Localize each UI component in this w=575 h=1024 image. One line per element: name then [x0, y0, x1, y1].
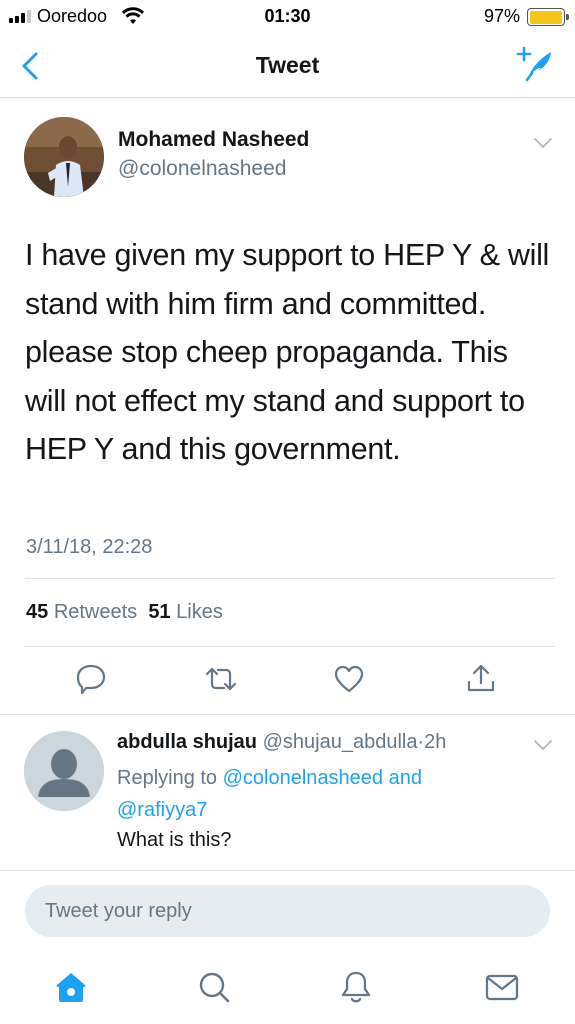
- author-avatar[interactable]: [24, 117, 104, 197]
- reply-input[interactable]: Tweet your reply: [25, 885, 550, 937]
- like-icon[interactable]: [332, 662, 366, 696]
- author-name[interactable]: Mohamed Nasheed: [118, 128, 309, 152]
- mention-link[interactable]: @colonelnasheed: [223, 767, 383, 789]
- retweet-icon[interactable]: [204, 662, 238, 696]
- default-avatar-icon: [24, 731, 104, 811]
- mention-and: and: [388, 767, 422, 789]
- replying-prefix: Replying to: [117, 767, 218, 789]
- retweets-count[interactable]: 45: [26, 601, 48, 623]
- status-bar: Ooredoo 01:30 97%: [0, 0, 575, 34]
- likes-count[interactable]: 51: [148, 601, 170, 623]
- divider: [25, 646, 555, 647]
- messages-icon[interactable]: [482, 967, 522, 1007]
- battery-percent: 97%: [483, 6, 520, 26]
- chevron-down-icon[interactable]: [533, 136, 553, 150]
- home-icon[interactable]: [51, 967, 91, 1007]
- reply-age: 2h: [424, 731, 447, 753]
- divider: [0, 870, 575, 871]
- reply-author-avatar[interactable]: [24, 731, 104, 811]
- page-title: Tweet: [255, 52, 320, 78]
- reply-text: What is this?: [117, 829, 232, 851]
- likes-label[interactable]: Likes: [176, 601, 223, 623]
- mention-link[interactable]: @rafiyya7: [117, 799, 207, 821]
- search-icon[interactable]: [194, 967, 234, 1007]
- navbar: Tweet: [0, 34, 575, 98]
- replying-to: Replying to @colonelnasheed and @rafiyya…: [117, 762, 537, 826]
- chevron-down-icon[interactable]: [533, 738, 553, 752]
- divider: [0, 714, 575, 715]
- tweet-timestamp: 3/11/18, 22:28: [26, 536, 153, 558]
- tweet-actions: [0, 662, 575, 698]
- tweet-stats: 45 Retweets 51 Likes: [26, 601, 223, 624]
- reply-icon[interactable]: [74, 662, 108, 696]
- author-handle[interactable]: @colonelnasheed: [118, 157, 286, 181]
- battery-fill: [529, 10, 562, 24]
- compose-tweet-icon[interactable]: [515, 46, 555, 84]
- tab-bar: [0, 955, 575, 1024]
- reply-author-name[interactable]: abdulla shujau: [117, 731, 257, 753]
- notifications-icon[interactable]: [336, 967, 376, 1007]
- retweets-label[interactable]: Retweets: [54, 601, 137, 623]
- battery-icon: [527, 8, 569, 26]
- reply-author-handle[interactable]: @shujau_abdulla: [263, 731, 418, 753]
- avatar-photo: [24, 117, 104, 197]
- tweet-text: I have given my support to HEP Y & will …: [25, 238, 550, 466]
- reply-header: abdulla shujau @shujau_abdulla·2h: [117, 731, 446, 754]
- divider: [25, 578, 555, 579]
- share-icon[interactable]: [464, 662, 498, 696]
